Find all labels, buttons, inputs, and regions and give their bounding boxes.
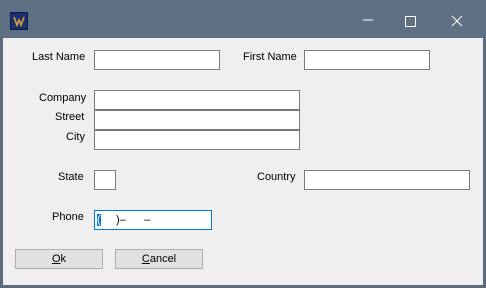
app-logo-icon[interactable] (10, 12, 28, 30)
cancel-label-rest: ancel (149, 253, 177, 265)
title-bar[interactable] (0, 0, 486, 38)
company-label: Company (39, 92, 87, 104)
phone-label: Phone (52, 211, 84, 223)
minimize-button[interactable] (345, 4, 391, 34)
cancel-mnemonic: C (141, 253, 150, 265)
close-button[interactable] (434, 4, 480, 34)
maximize-button[interactable] (388, 4, 434, 34)
country-label: Country (257, 171, 296, 183)
maximize-icon (405, 16, 416, 27)
minimize-icon (363, 19, 373, 21)
street-label: Street (55, 111, 85, 123)
phone-mask: ( )– – (97, 213, 150, 227)
street-field[interactable] (94, 110, 300, 130)
close-icon (451, 15, 463, 27)
phone-field[interactable]: ( )– – (94, 210, 212, 230)
ok-button[interactable]: Ok (15, 249, 103, 269)
ok-mnemonic: O (51, 253, 61, 265)
phone-mask-rest: )– – (100, 214, 151, 226)
cancel-button[interactable]: Cancel (115, 249, 203, 269)
last-name-field[interactable] (94, 50, 220, 70)
ok-label-rest: k (60, 253, 67, 265)
state-label: State (58, 171, 84, 183)
form-area: Last Name First Name Company Street City… (3, 38, 483, 285)
state-field[interactable] (94, 170, 116, 190)
first-name-label: First Name (243, 51, 297, 63)
country-field[interactable] (304, 170, 470, 190)
last-name-label: Last Name (32, 51, 86, 63)
dialog-window: Last Name First Name Company Street City… (0, 0, 486, 288)
city-field[interactable] (94, 130, 300, 150)
first-name-field[interactable] (304, 50, 430, 70)
company-field[interactable] (94, 90, 300, 110)
city-label: City (66, 131, 85, 143)
